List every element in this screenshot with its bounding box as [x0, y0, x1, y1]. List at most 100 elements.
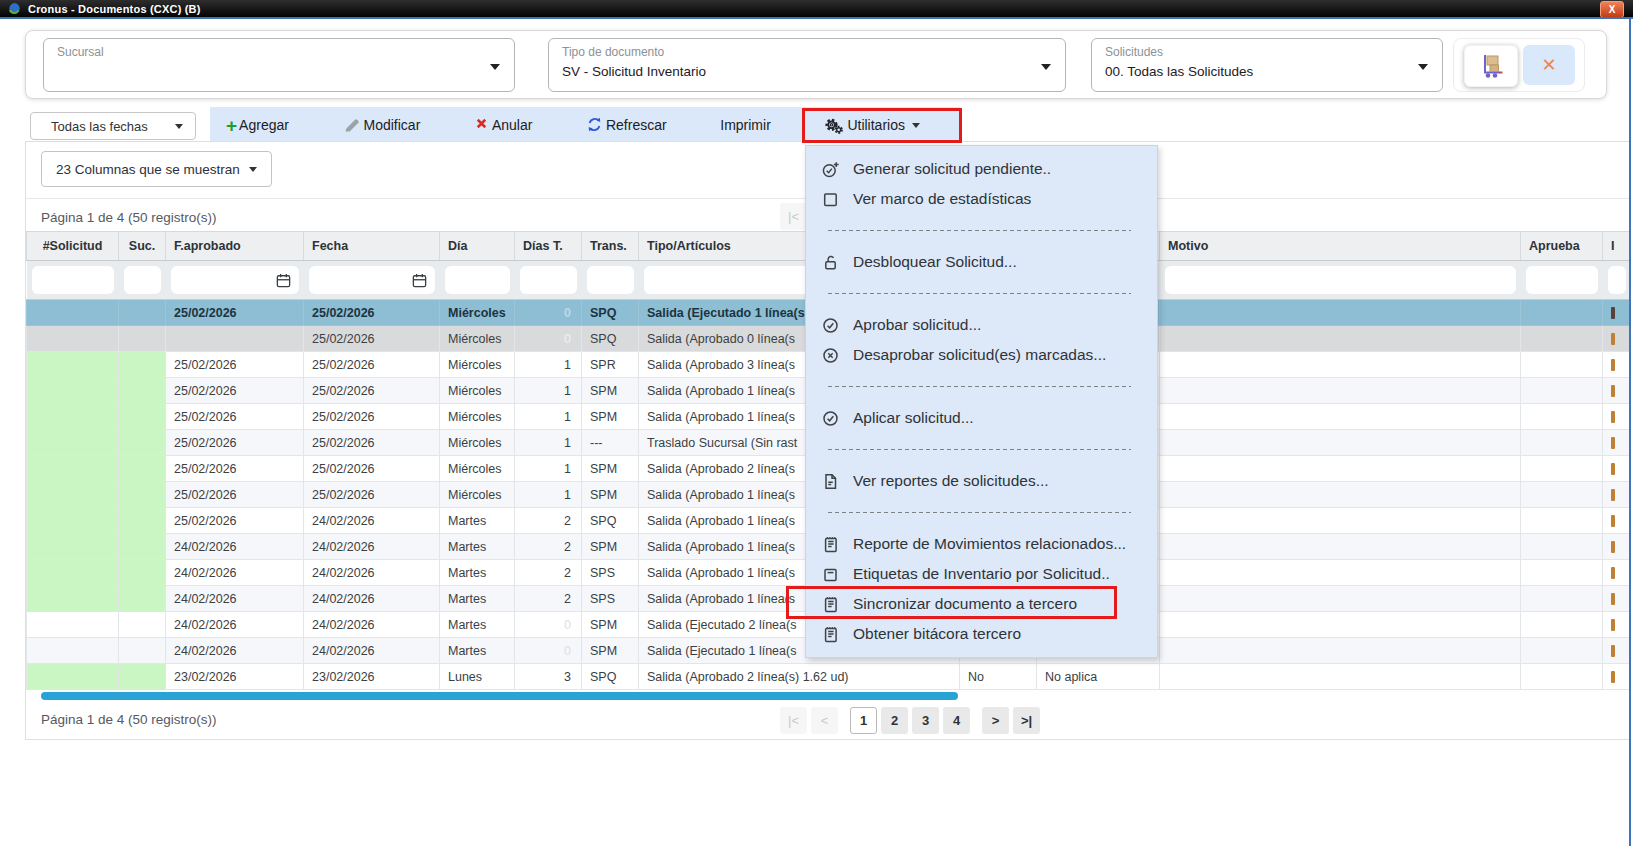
table-cell: 25/02/2026: [304, 378, 440, 404]
modificar-button[interactable]: Modificar: [343, 116, 421, 135]
table-cell: 1: [515, 404, 582, 430]
column-header[interactable]: Trans.: [582, 232, 639, 261]
page-button-[interactable]: >|: [1013, 707, 1040, 734]
columns-dropdown-button[interactable]: 23 Columnas que se muestran: [41, 151, 272, 187]
table-cell: 25/02/2026: [166, 352, 304, 378]
menu-divider: [806, 370, 1157, 403]
menu-item[interactable]: Desaprobar solicitud(es) marcadas...: [806, 340, 1157, 370]
x-mark-icon: [474, 116, 489, 135]
solicitudes-value: 00. Todas las Solicitudes: [1105, 64, 1253, 79]
column-header[interactable]: I: [1603, 232, 1630, 261]
toolbar-button-label: Refrescar: [606, 117, 667, 133]
menu-item[interactable]: Aplicar solicitud...: [806, 403, 1157, 433]
table-cell: [1603, 352, 1630, 378]
table-cell: [1521, 560, 1603, 586]
menu-item[interactable]: Aprobar solicitud...: [806, 310, 1157, 340]
column-filter-input[interactable]: [1608, 266, 1626, 294]
table-cell: [1160, 378, 1521, 404]
table-cell: [1521, 326, 1603, 352]
menu-item[interactable]: Reporte de Movimientos relacionados...: [806, 529, 1157, 559]
column-header[interactable]: F.aprobado: [166, 232, 304, 261]
refresh-icon: [586, 116, 603, 135]
page-button-4[interactable]: 4: [943, 707, 970, 734]
chevron-down-icon: [175, 124, 183, 129]
refrescar-button[interactable]: Refrescar: [586, 116, 667, 135]
menu-item[interactable]: Ver reportes de solicitudes...: [806, 466, 1157, 496]
page-button-3[interactable]: 3: [912, 707, 939, 734]
table-cell: Lunes: [440, 664, 515, 690]
hand-truck-button[interactable]: [1464, 45, 1518, 87]
clear-x-icon: ✕: [1541, 54, 1556, 76]
close-button[interactable]: X: [1600, 1, 1624, 18]
table-cell: [1521, 664, 1603, 690]
page-button-2[interactable]: 2: [881, 707, 908, 734]
table-cell: [27, 612, 119, 638]
column-header[interactable]: Suc.: [119, 232, 166, 261]
table-cell: 24/02/2026: [304, 560, 440, 586]
table-cell: [1603, 612, 1630, 638]
table-cell: 24/02/2026: [166, 534, 304, 560]
table-cell: [27, 352, 119, 378]
column-header[interactable]: Días T.: [515, 232, 582, 261]
table-cell: 25/02/2026: [166, 456, 304, 482]
table-cell: [119, 586, 166, 612]
date-filter-dropdown[interactable]: Todas las fechas: [30, 112, 196, 140]
column-header[interactable]: Motivo: [1160, 232, 1521, 261]
box-minus-icon: [821, 565, 840, 584]
page-button-1[interactable]: 1: [850, 707, 877, 734]
column-header[interactable]: Aprueba: [1521, 232, 1603, 261]
table-cell: SPM: [582, 456, 639, 482]
column-header[interactable]: #Solicitud: [27, 232, 119, 261]
page-button-[interactable]: <: [811, 707, 838, 734]
table-cell: [1160, 430, 1521, 456]
sucursal-dropdown[interactable]: Sucursal: [43, 38, 515, 92]
column-filter-input[interactable]: [124, 266, 161, 294]
column-filter-input[interactable]: [587, 266, 634, 294]
table-cell: 1: [515, 352, 582, 378]
table-cell: Martes: [440, 638, 515, 664]
tipo-documento-dropdown[interactable]: Tipo de documento SV - Solicitud Inventa…: [548, 38, 1066, 92]
menu-item[interactable]: Obtener bitácora tercero: [806, 619, 1157, 649]
table-cell: 1: [515, 430, 582, 456]
menu-item-label: Etiquetas de Inventario por Solicitud..: [853, 565, 1110, 583]
column-filter-input[interactable]: [520, 266, 577, 294]
table-cell: [1160, 300, 1521, 326]
solicitudes-label: Solicitudes: [1105, 45, 1163, 59]
menu-divider: [806, 496, 1157, 529]
table-cell: [1160, 560, 1521, 586]
column-filter-input[interactable]: [32, 266, 114, 294]
calendar-icon[interactable]: [411, 272, 428, 292]
column-header[interactable]: Día: [440, 232, 515, 261]
imprimir-button[interactable]: Imprimir: [720, 117, 771, 133]
filter-panel: Sucursal Tipo de documento SV - Solicitu…: [25, 30, 1607, 99]
table-cell: 24/02/2026: [166, 638, 304, 664]
solicitudes-dropdown[interactable]: Solicitudes 00. Todas las Solicitudes: [1091, 38, 1443, 92]
agregar-button[interactable]: +Agregar: [226, 116, 289, 135]
menu-item[interactable]: Etiquetas de Inventario por Solicitud..: [806, 559, 1157, 589]
column-filter-input[interactable]: [1526, 266, 1598, 294]
horizontal-scrollbar[interactable]: [41, 692, 958, 700]
action-button-group: ✕: [1453, 38, 1585, 92]
table-cell: [1160, 482, 1521, 508]
page-button-[interactable]: |<: [780, 707, 807, 734]
anular-button[interactable]: Anular: [474, 116, 532, 135]
menu-item[interactable]: Desbloquear Solicitud...: [806, 247, 1157, 277]
table-cell: [1160, 638, 1521, 664]
toolbar-button-label: Anular: [492, 117, 532, 133]
calendar-icon[interactable]: [275, 272, 292, 292]
table-cell: 25/02/2026: [166, 430, 304, 456]
column-filter-input[interactable]: [1165, 266, 1516, 294]
column-header[interactable]: Fecha: [304, 232, 440, 261]
page-button-[interactable]: >: [982, 707, 1009, 734]
column-filter-input[interactable]: [445, 266, 510, 294]
window-right-border: [1629, 19, 1631, 846]
table-cell: SPM: [582, 378, 639, 404]
menu-item[interactable]: Ver marco de estadísticas: [806, 184, 1157, 214]
menu-item[interactable]: Generar solicitud pendiente..: [806, 154, 1157, 184]
page-button-[interactable]: |<: [780, 203, 807, 230]
table-cell: [27, 404, 119, 430]
window-top-border: [0, 17, 1633, 19]
table-cell: [1603, 664, 1630, 690]
clear-button[interactable]: ✕: [1523, 45, 1575, 85]
table-row[interactable]: 23/02/202623/02/2026Lunes3SPQSalida (Apr…: [27, 664, 1630, 690]
